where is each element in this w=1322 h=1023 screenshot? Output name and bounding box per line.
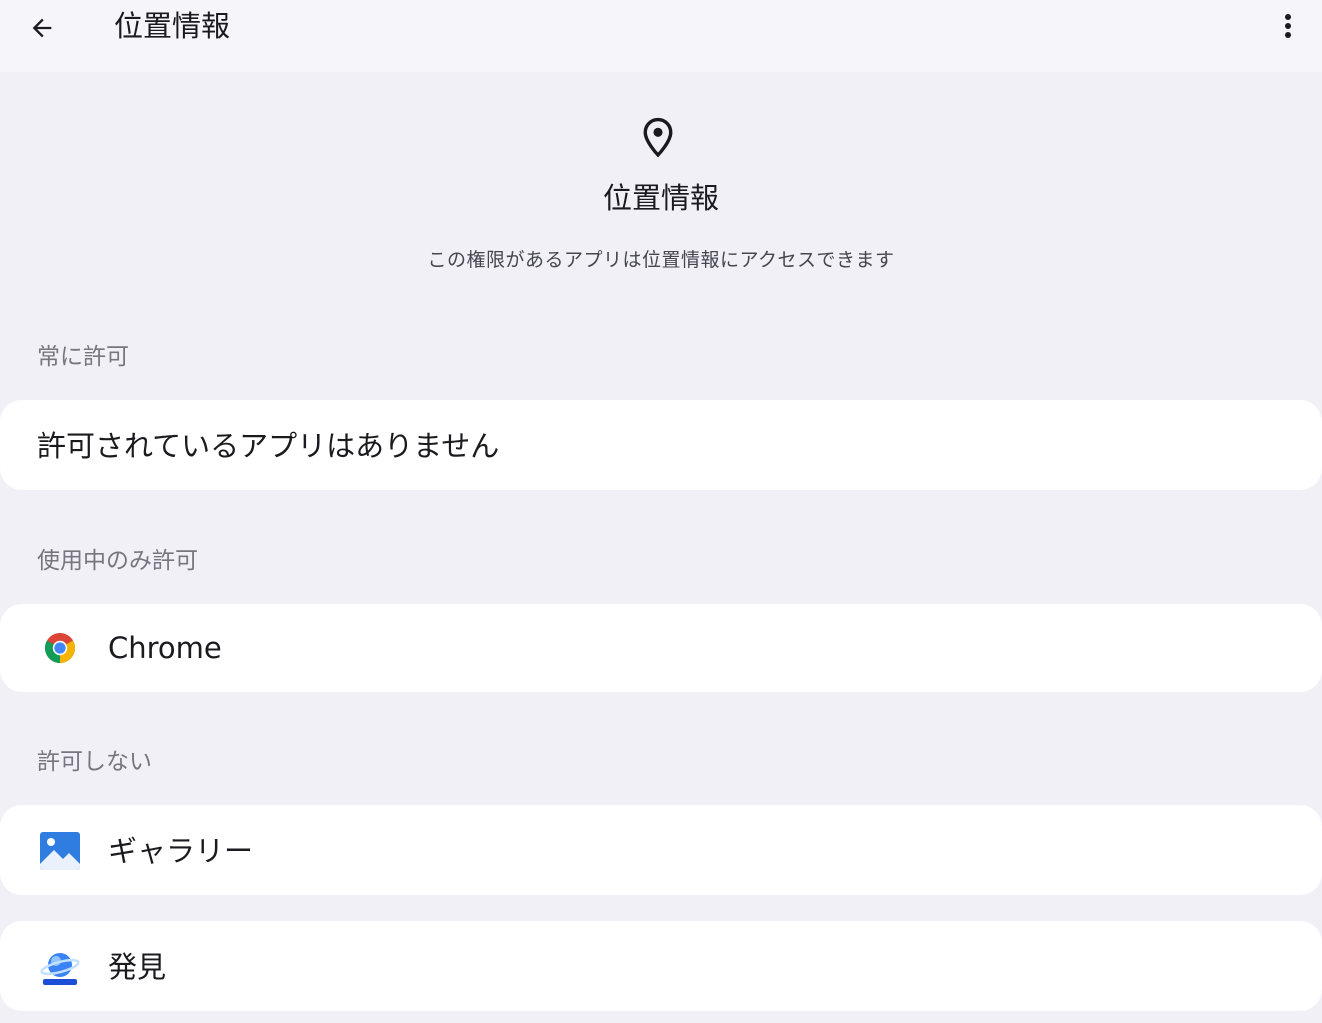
section-label-always: 常に許可: [37, 344, 129, 370]
app-name: ギャラリー: [108, 834, 254, 868]
location-pin-icon: [643, 117, 673, 158]
more-options-button[interactable]: [1266, 4, 1310, 48]
app-item-chrome[interactable]: Chrome: [0, 604, 1322, 692]
section-label-while-in-use: 使用中のみ許可: [37, 548, 198, 574]
app-item-discover[interactable]: 発見: [0, 921, 1322, 1011]
gallery-icon: [40, 832, 80, 870]
permission-title: 位置情報: [602, 181, 719, 215]
section-label-denied: 許可しない: [37, 749, 152, 775]
chrome-icon: [45, 633, 75, 663]
app-name: Chrome: [108, 631, 222, 665]
more-vert-icon: [1285, 14, 1291, 38]
app-item-gallery[interactable]: ギャラリー: [0, 805, 1322, 895]
permission-description: この権限があるアプリは位置情報にアクセスできます: [427, 249, 895, 271]
top-app-bar: 位置情報: [0, 0, 1322, 72]
page-title: 位置情報: [114, 9, 231, 43]
empty-state-text: 許可されているアプリはありません: [37, 429, 500, 463]
arrow-back-icon: [32, 18, 52, 38]
discover-icon: [40, 947, 80, 987]
empty-allowed-card: 許可されているアプリはありません: [0, 400, 1322, 490]
app-name: 発見: [108, 950, 167, 984]
back-button[interactable]: [20, 6, 64, 50]
permission-header: 位置情報 この権限があるアプリは位置情報にアクセスできます: [0, 72, 1322, 312]
